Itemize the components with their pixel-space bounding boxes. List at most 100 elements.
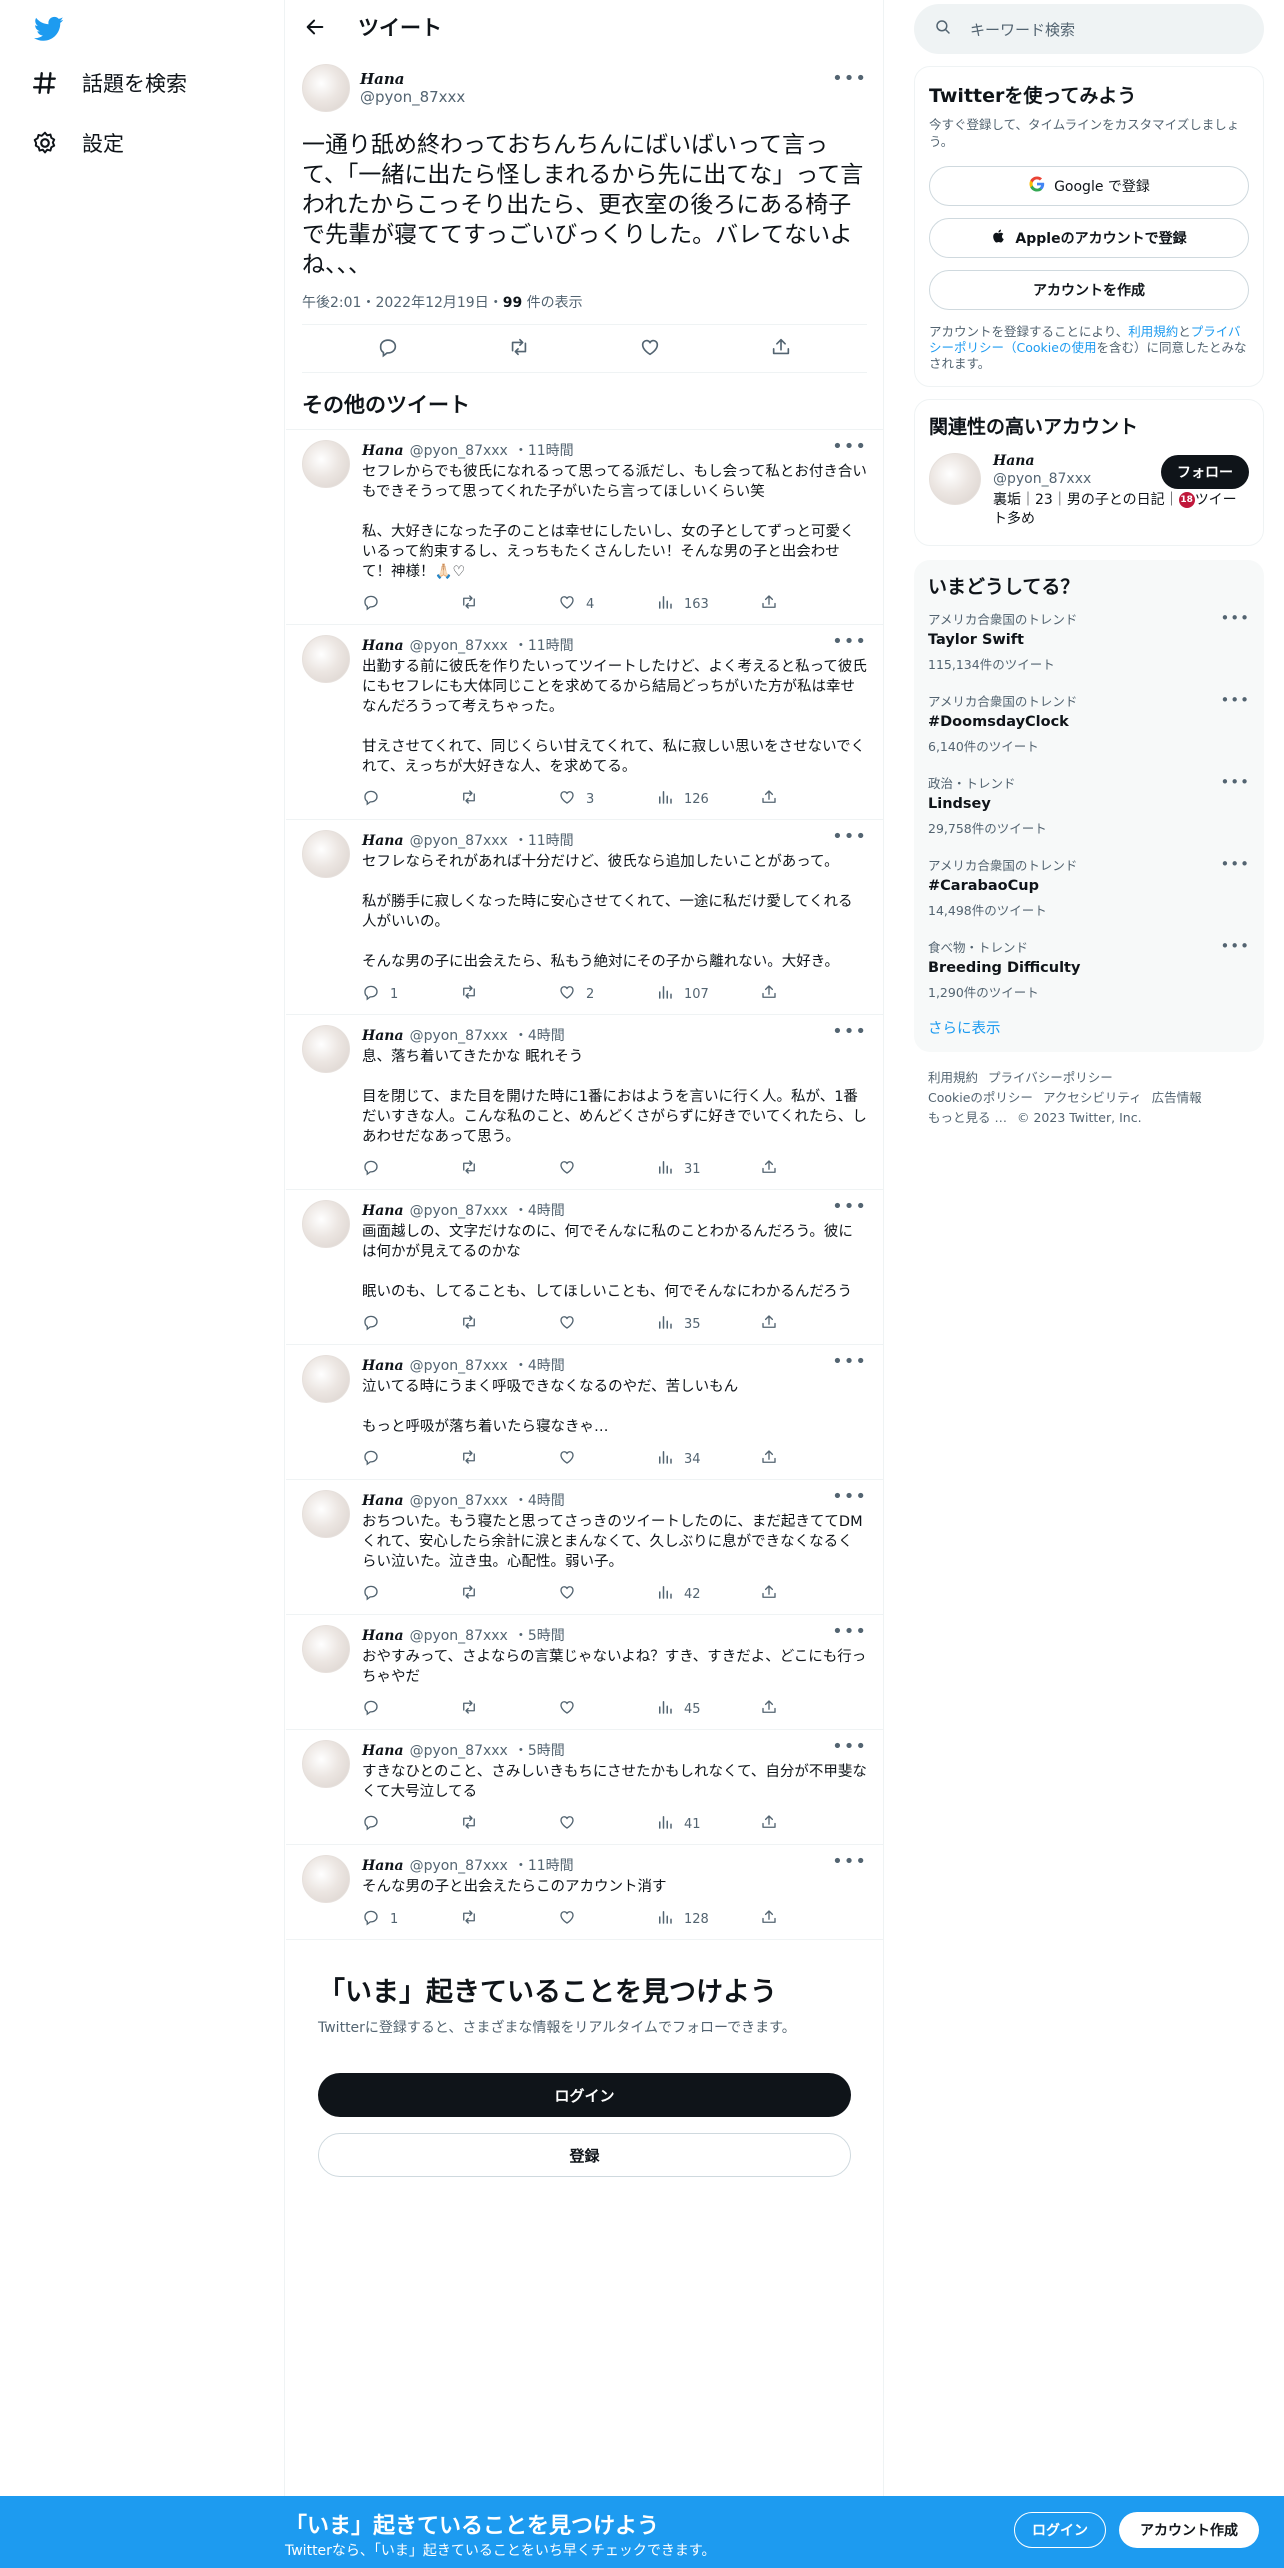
reply-button[interactable]: 1 — [362, 1908, 460, 1930]
more-icon[interactable]: ••• — [1220, 855, 1250, 873]
like-button[interactable] — [558, 1158, 656, 1180]
author-name[interactable]: Hana — [362, 1358, 404, 1374]
like-button[interactable]: 3 — [558, 788, 656, 810]
more-icon[interactable]: ••• — [1220, 609, 1250, 627]
more-icon[interactable]: ••• — [1220, 773, 1250, 791]
search-input[interactable]: キーワード検索 — [970, 19, 1075, 40]
author-name[interactable]: Hana — [362, 1858, 404, 1874]
author-name[interactable]: Hana — [362, 833, 404, 849]
views-button[interactable]: 34 — [656, 1448, 760, 1470]
avatar[interactable] — [302, 1490, 350, 1538]
reply-button[interactable]: 1 — [362, 983, 460, 1005]
share-button[interactable] — [760, 1813, 778, 1835]
like-button[interactable] — [558, 1448, 656, 1470]
footer-cookie[interactable]: Cookieのポリシー — [928, 1090, 1033, 1105]
author-handle[interactable]: @pyon_87xxx — [410, 1858, 508, 1874]
google-signup-button[interactable]: Google で登録 — [929, 166, 1249, 206]
views-button[interactable]: 35 — [656, 1313, 760, 1335]
reply-button[interactable] — [362, 788, 460, 810]
author-handle[interactable]: @pyon_87xxx — [410, 1628, 508, 1644]
views-button[interactable]: 45 — [656, 1698, 760, 1720]
author-handle[interactable]: @pyon_87xxx — [410, 1203, 508, 1219]
like-button[interactable]: 2 — [558, 983, 656, 1005]
share-button[interactable] — [760, 1698, 778, 1720]
tweet[interactable]: ••• Hana @pyon_87xxx ・11時間 セフレならそれがあれば十分… — [286, 820, 883, 1015]
follow-button[interactable]: フォロー — [1161, 455, 1249, 489]
footer-privacy[interactable]: プライバシーポリシー — [988, 1070, 1113, 1085]
avatar[interactable] — [302, 1355, 350, 1403]
share-button[interactable] — [760, 788, 778, 810]
retweet-button[interactable] — [460, 1313, 558, 1335]
tweet[interactable]: ••• Hana @pyon_87xxx ・5時間 すきなひとのこと、さみしいき… — [286, 1730, 883, 1845]
author-name[interactable]: Hana — [362, 1028, 404, 1044]
more-icon[interactable]: ••• — [832, 68, 867, 89]
create-account-button[interactable]: アカウントを作成 — [929, 270, 1249, 310]
reply-icon[interactable] — [377, 336, 399, 362]
trend-item[interactable]: ••• アメリカ合衆国のトレンド #DoomsdayClock 6,140件のツ… — [914, 681, 1264, 763]
views-button[interactable]: 126 — [656, 788, 760, 810]
tweet-time[interactable]: ・4時間 — [514, 1490, 565, 1510]
share-button[interactable] — [760, 1158, 778, 1180]
tweet-time[interactable]: ・5時間 — [514, 1625, 565, 1645]
reply-button[interactable] — [362, 1583, 460, 1605]
retweet-button[interactable] — [460, 1813, 558, 1835]
nav-item-explore[interactable]: 話題を検索 — [30, 68, 187, 98]
retweet-icon[interactable] — [508, 336, 530, 362]
tweet[interactable]: ••• Hana @pyon_87xxx ・11時間 セフレからでも彼氏になれる… — [286, 430, 883, 625]
author-handle[interactable]: @pyon_87xxx — [410, 638, 508, 654]
author-handle[interactable]: @pyon_87xxx — [410, 1028, 508, 1044]
more-icon[interactable]: ••• — [832, 826, 867, 847]
footer-terms[interactable]: 利用規約 — [928, 1070, 978, 1085]
views-button[interactable]: 107 — [656, 983, 760, 1005]
tweet-time[interactable]: ・4時間 — [514, 1200, 565, 1220]
author-handle[interactable]: @pyon_87xxx — [410, 833, 508, 849]
retweet-button[interactable] — [460, 1448, 558, 1470]
share-button[interactable] — [760, 983, 778, 1005]
twitter-bird-icon[interactable] — [32, 14, 66, 44]
avatar[interactable] — [302, 1625, 350, 1673]
tweet-time[interactable]: ・11時間 — [514, 830, 574, 850]
more-icon[interactable]: ••• — [832, 1736, 867, 1757]
tweet[interactable]: ••• Hana @pyon_87xxx ・11時間 出勤する前に彼氏を作りたい… — [286, 625, 883, 820]
reply-button[interactable] — [362, 1448, 460, 1470]
views-button[interactable]: 128 — [656, 1908, 760, 1930]
more-icon[interactable]: ••• — [832, 1851, 867, 1872]
tweet-time[interactable]: ・11時間 — [514, 635, 574, 655]
more-icon[interactable]: ••• — [832, 1621, 867, 1642]
tweet[interactable]: ••• Hana @pyon_87xxx ・4時間 おちついた。もう寝たと思って… — [286, 1480, 883, 1615]
tweet[interactable]: ••• Hana @pyon_87xxx ・4時間 息、落ち着いてきたかな 眠れ… — [286, 1015, 883, 1190]
author-handle[interactable]: @pyon_87xxx — [410, 1743, 508, 1759]
search-bar[interactable]: キーワード検索 — [914, 4, 1264, 54]
views-button[interactable]: 163 — [656, 593, 760, 615]
avatar[interactable] — [302, 1200, 350, 1248]
author-name[interactable]: Hana — [362, 1203, 404, 1219]
share-icon[interactable] — [770, 336, 792, 362]
avatar[interactable] — [302, 830, 350, 878]
views-button[interactable]: 41 — [656, 1813, 760, 1835]
avatar[interactable] — [302, 64, 350, 112]
retweet-button[interactable] — [460, 1158, 558, 1180]
reply-button[interactable] — [362, 1813, 460, 1835]
nav-item-settings[interactable]: 設定 — [30, 128, 124, 158]
more-icon[interactable]: ••• — [832, 436, 867, 457]
author-handle[interactable]: @pyon_87xxx — [410, 1493, 508, 1509]
retweet-button[interactable] — [460, 1583, 558, 1605]
bottom-login-button[interactable]: ログイン — [1014, 2512, 1106, 2548]
avatar[interactable] — [302, 635, 350, 683]
more-icon[interactable]: ••• — [832, 1021, 867, 1042]
retweet-button[interactable] — [460, 788, 558, 810]
views-button[interactable]: 31 — [656, 1158, 760, 1180]
arrow-left-icon[interactable] — [302, 14, 328, 40]
reply-button[interactable] — [362, 593, 460, 615]
related-account[interactable]: Hana @pyon_87xxx 裏垢｜23｜男の子との日記｜ 18 ツイート多め … — [929, 453, 1249, 529]
trend-item[interactable]: ••• アメリカ合衆国のトレンド Taylor Swift 115,134件のツ… — [914, 599, 1264, 681]
author-name[interactable]: Hana — [362, 1743, 404, 1759]
share-button[interactable] — [760, 1448, 778, 1470]
like-button[interactable] — [558, 1908, 656, 1930]
avatar[interactable] — [929, 453, 981, 505]
like-button[interactable] — [558, 1698, 656, 1720]
footer-more[interactable]: もっと見る … — [928, 1110, 1007, 1125]
reply-button[interactable] — [362, 1313, 460, 1335]
more-icon[interactable]: ••• — [832, 1486, 867, 1507]
tweet-time[interactable]: ・4時間 — [514, 1025, 565, 1045]
